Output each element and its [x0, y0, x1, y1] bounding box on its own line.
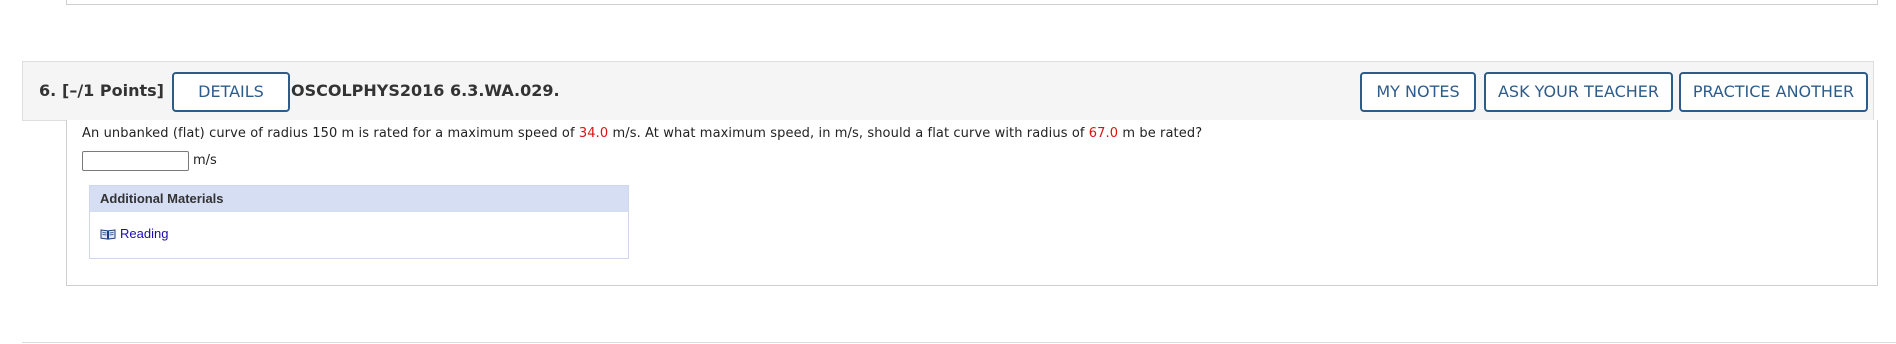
question-points: [–/1 Points]: [62, 81, 164, 100]
prompt-value-speed: 34.0: [578, 126, 609, 141]
practice-another-button[interactable]: PRACTICE ANOTHER: [1679, 72, 1868, 112]
answer-input[interactable]: [82, 151, 189, 171]
details-button[interactable]: DETAILS: [172, 72, 290, 112]
question-prompt: An unbanked (flat) curve of radius 150 m…: [82, 126, 1202, 141]
ask-teacher-button[interactable]: ASK YOUR TEACHER: [1484, 72, 1673, 112]
question-code: OSCOLPHYS2016 6.3.WA.029.: [291, 81, 560, 100]
reading-link-label[interactable]: Reading: [120, 226, 168, 241]
question-number: 6.: [39, 81, 57, 100]
answer-unit: m/s: [193, 153, 217, 168]
prompt-value-radius: 67.0: [1088, 126, 1119, 141]
prompt-text-3: m be rated?: [1118, 126, 1203, 141]
reading-link[interactable]: Reading: [100, 226, 168, 241]
additional-materials-box: Additional Materials Reading: [89, 185, 629, 259]
prompt-text-2: m/s. At what maximum speed, in m/s, shou…: [608, 126, 1089, 141]
previous-question-panel: [66, 0, 1878, 5]
my-notes-button[interactable]: MY NOTES: [1360, 72, 1476, 112]
book-icon: [100, 228, 116, 240]
section-divider: [22, 342, 1896, 343]
additional-materials-heading: Additional Materials: [90, 186, 628, 212]
question-header: 6. [–/1 Points] DETAILS OSCOLPHYS2016 6.…: [22, 61, 1874, 121]
prompt-text-1: An unbanked (flat) curve of radius 150 m…: [82, 126, 579, 141]
